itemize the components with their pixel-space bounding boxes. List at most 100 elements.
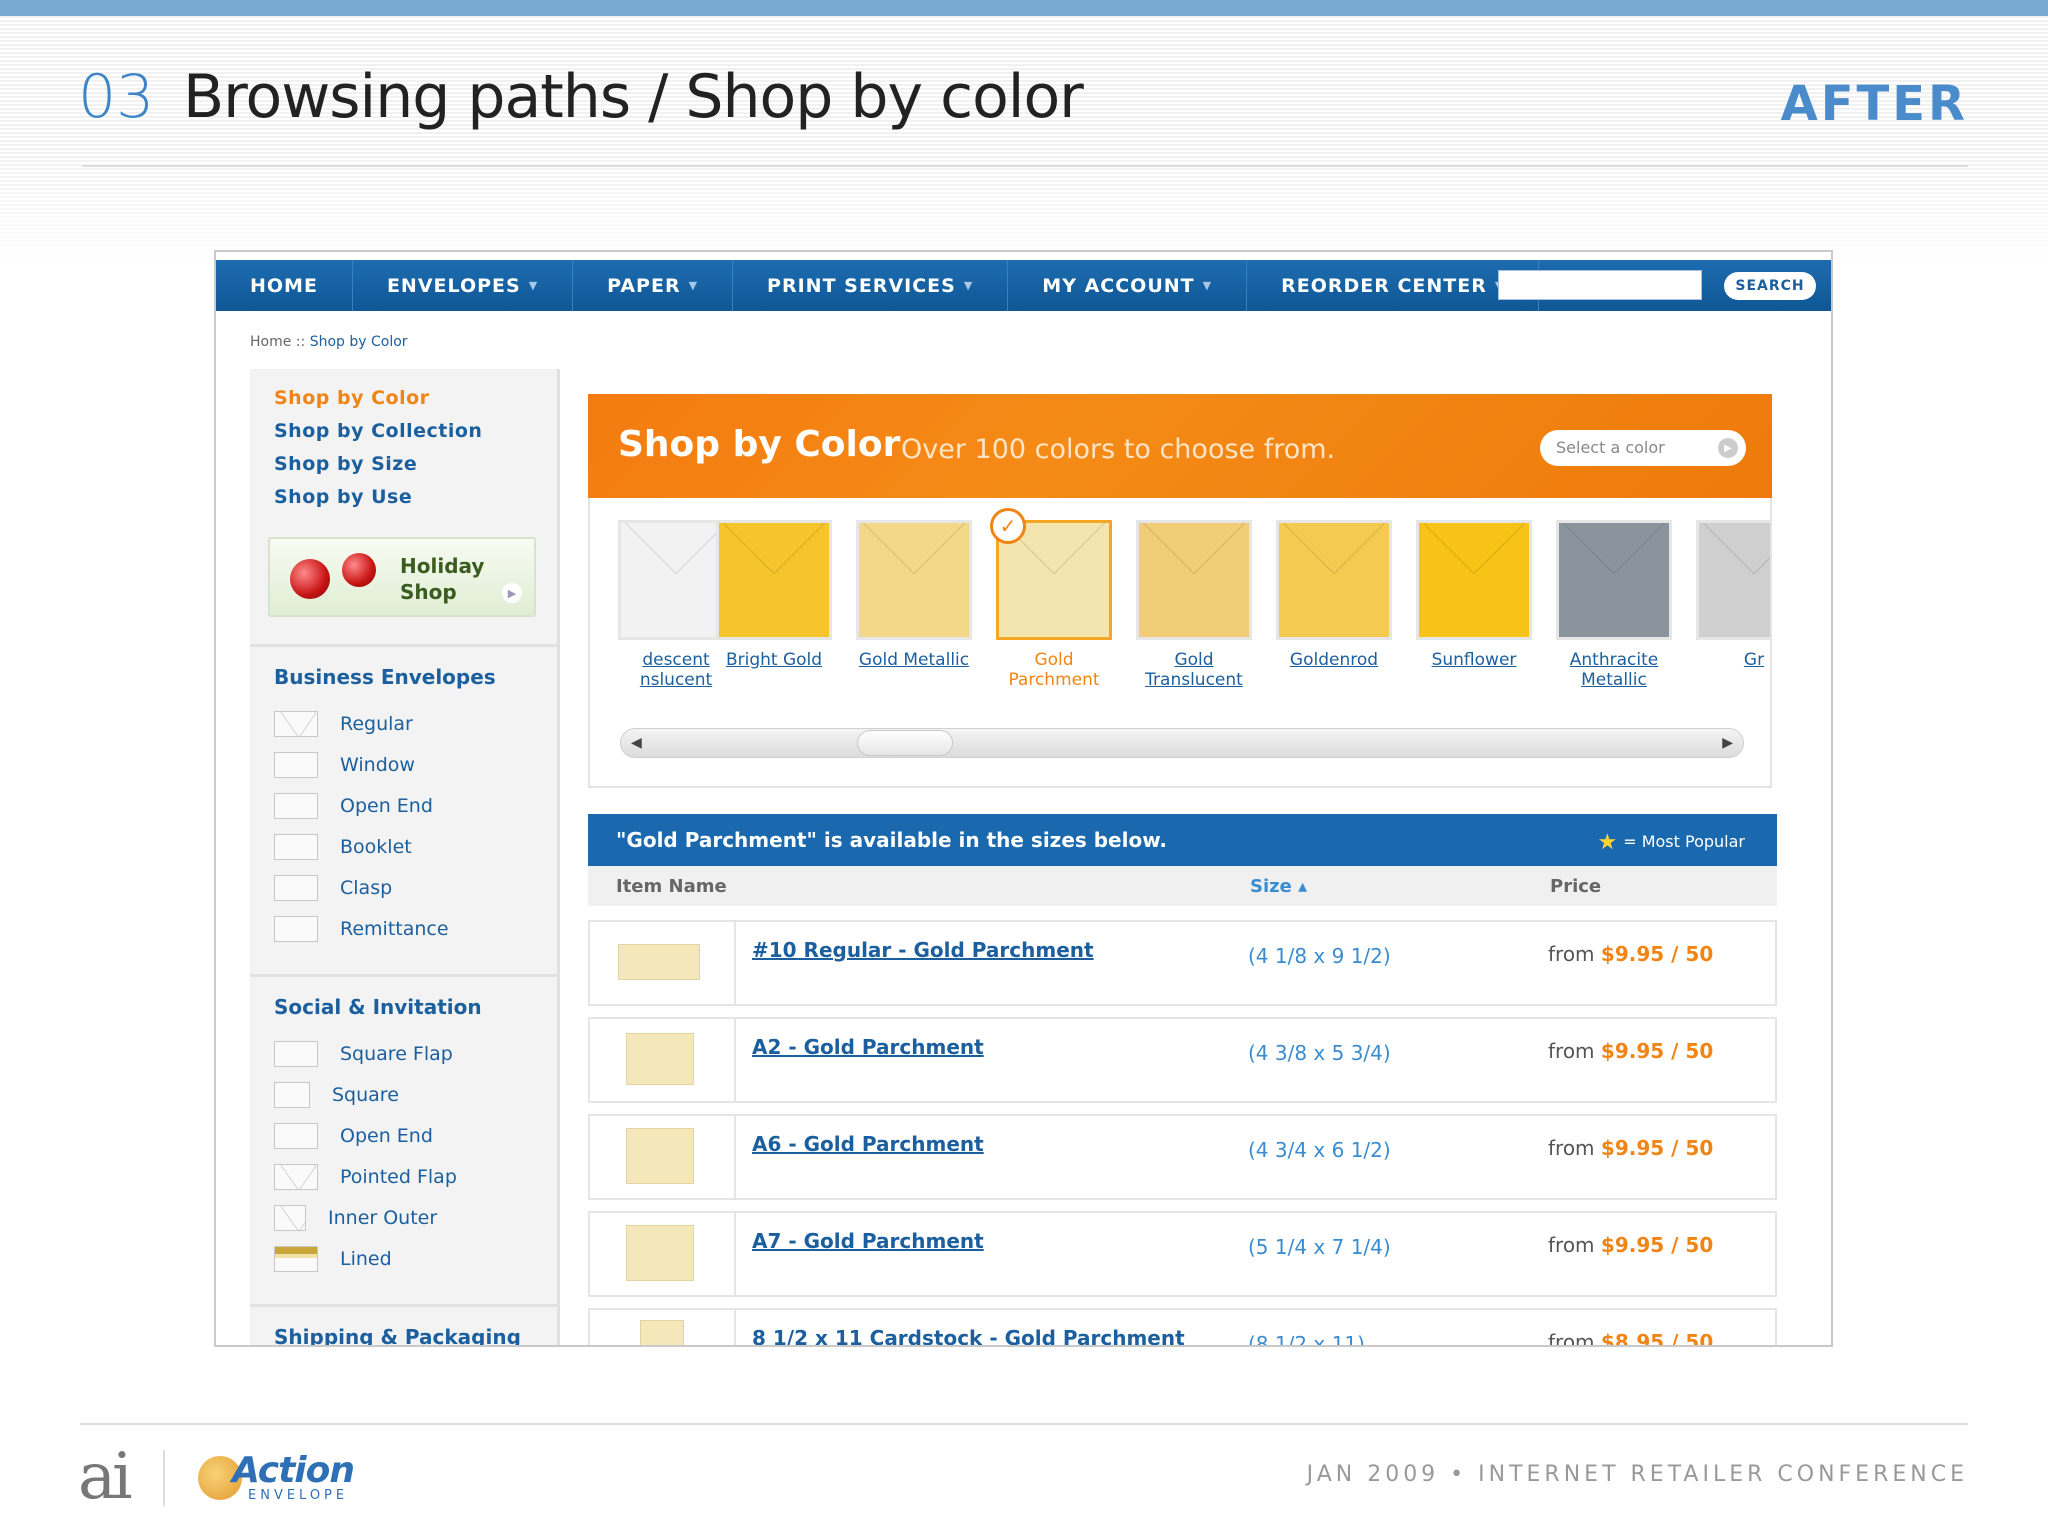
sidebar-item-lined[interactable]: Lined (274, 1244, 392, 1274)
product-link[interactable]: A2 - Gold Parchment (752, 1035, 984, 1059)
divider (250, 1304, 560, 1307)
swatch-image (856, 520, 972, 640)
sidebar-item-booklet[interactable]: Booklet (274, 832, 412, 862)
envelope-window-icon (274, 752, 318, 778)
nav-my-account[interactable]: MY ACCOUNT ▼ (1008, 260, 1248, 311)
breadcrumb: Home :: Shop by Color (250, 334, 408, 350)
sidebar-item-shop-by-size[interactable]: Shop by Size (274, 453, 557, 486)
product-link[interactable]: #10 Regular - Gold Parchment (752, 938, 1094, 962)
nav-envelopes[interactable]: ENVELOPES ▼ (353, 260, 574, 311)
sidebar-item-open-end[interactable]: Open End (274, 791, 433, 821)
banner-subtitle: Over 100 colors to choose from. (901, 434, 1336, 465)
sidebar-item-label: Open End (340, 1125, 433, 1147)
swatch-label-line: Gold (1034, 650, 1074, 670)
swatch-item[interactable]: Sunflower (1416, 520, 1532, 670)
swatch-label-line: Metallic (1581, 670, 1647, 690)
nav-paper[interactable]: PAPER ▼ (573, 260, 734, 311)
breadcrumb-current[interactable]: Shop by Color (310, 334, 408, 350)
holiday-shop-label: Holiday Shop (400, 553, 484, 605)
product-size: (4 3/4 x 6 1/2) (1248, 1138, 1391, 1162)
nav-home-label: HOME (250, 274, 318, 297)
product-link[interactable]: 8 1/2 x 11 Cardstock - Gold Parchment (752, 1326, 1185, 1345)
scrollbar-thumb[interactable] (857, 730, 953, 756)
nav-home[interactable]: HOME (216, 260, 353, 311)
sidebar-item-remittance[interactable]: Remittance (274, 914, 449, 944)
swatch-label-line: nslucent (639, 670, 713, 690)
envelope-regular-icon (274, 711, 318, 737)
table-row[interactable]: A6 - Gold Parchment (4 3/4 x 6 1/2) from… (588, 1114, 1777, 1200)
envelope-open-end-icon (274, 1123, 318, 1149)
sidebar-item-window[interactable]: Window (274, 750, 415, 780)
sidebar-item-regular[interactable]: Regular (274, 709, 413, 739)
color-select-value: Select a color (1556, 438, 1665, 457)
price-amount: $9.95 / 50 (1600, 942, 1714, 966)
price-prefix: from (1548, 1233, 1601, 1257)
arrow-right-icon: ▶ (1718, 438, 1738, 458)
table-row[interactable]: A7 - Gold Parchment (5 1/4 x 7 1/4) from… (588, 1211, 1777, 1297)
banner-title: Shop by Color (618, 424, 901, 465)
sidebar-item-square[interactable]: Square (274, 1080, 399, 1110)
swatch-label: Bright Gold (716, 650, 832, 670)
swatch-label-line: Gold Metallic (858, 650, 970, 670)
swatch-item[interactable]: Gr (1696, 520, 1770, 670)
slide-number: 03 (78, 62, 155, 132)
swatch-label-line: Parchment (1008, 670, 1100, 690)
breadcrumb-separator: :: (291, 334, 310, 350)
sidebar-item-shop-by-collection[interactable]: Shop by Collection (274, 420, 557, 453)
swatch-item[interactable]: Anthracite Metallic (1556, 520, 1672, 690)
swatch-label-line: Sunflower (1431, 650, 1517, 670)
sidebar-item-label: Clasp (340, 877, 393, 899)
nav-print-services[interactable]: PRINT SERVICES ▼ (733, 260, 1009, 311)
nav-reorder-center[interactable]: REORDER CENTER▼ (1247, 260, 1540, 311)
envelope-image (618, 944, 700, 980)
slide-tag: AFTER (1780, 76, 1968, 132)
sidebar-item-inner-outer[interactable]: Inner Outer (274, 1203, 437, 1233)
holiday-shop-banner[interactable]: Holiday Shop ▶ (268, 537, 536, 617)
table-row[interactable]: 8 1/2 x 11 Cardstock - Gold Parchment (8… (588, 1308, 1777, 1347)
envelope-clasp-icon (274, 875, 318, 901)
swatch-item[interactable]: Bright Gold (716, 520, 832, 670)
breadcrumb-home[interactable]: Home (250, 334, 291, 350)
main-nav: HOME ENVELOPES ▼ PAPER ▼ PRINT SERVICES ▼ M… (216, 260, 1831, 311)
sidebar-item-shop-by-color[interactable]: Shop by Color (274, 387, 557, 420)
title-divider (82, 165, 1968, 167)
swatch-item[interactable]: Gold Metallic (856, 520, 972, 670)
swatch-item[interactable]: Goldenrod (1276, 520, 1392, 670)
product-link[interactable]: A7 - Gold Parchment (752, 1229, 984, 1253)
price-amount: $8.95 / 50 (1600, 1330, 1714, 1347)
slide-title: Browsing paths / Shop by color (183, 62, 1084, 132)
sidebar-item-shop-by-use[interactable]: Shop by Use (274, 486, 557, 519)
sidebar-item-clasp[interactable]: Clasp (274, 873, 392, 903)
table-row[interactable]: #10 Regular - Gold Parchment (4 1/8 x 9 … (588, 920, 1777, 1006)
swatch-label: Anthracite Metallic (1556, 650, 1672, 690)
search-button[interactable]: SEARCH (1724, 272, 1816, 300)
sidebar-item-pointed-flap[interactable]: Pointed Flap (274, 1162, 457, 1192)
envelope-lined-icon (274, 1246, 318, 1272)
sidebar-item-label: Square Flap (340, 1043, 453, 1065)
table-row[interactable]: A2 - Gold Parchment (4 3/8 x 5 3/4) from… (588, 1017, 1777, 1103)
product-price: from $9.95 / 50 (1548, 1233, 1713, 1257)
sidebar-item-square-flap[interactable]: Square Flap (274, 1039, 453, 1069)
swatch-image (716, 520, 832, 640)
swatch-label-line: Bright Gold (725, 650, 823, 670)
nav-my-account-label: MY ACCOUNT (1042, 274, 1195, 297)
product-thumb (590, 1116, 736, 1198)
nav-paper-label: PAPER (607, 274, 681, 297)
arrow-left-icon[interactable]: ◀ (631, 735, 642, 751)
carousel-scrollbar[interactable]: ◀ ▶ (620, 728, 1744, 758)
search-input[interactable] (1498, 270, 1702, 300)
color-select[interactable]: Select a color ▶ (1540, 430, 1746, 466)
top-stripe (0, 0, 2048, 16)
arrow-right-icon[interactable]: ▶ (1722, 735, 1733, 751)
swatch-label-line: Gr (1743, 650, 1765, 670)
swatch-item-selected[interactable]: ✓ Gold Parchment (990, 508, 1112, 690)
price-prefix: from (1548, 1039, 1601, 1063)
shop-by-color-banner: Shop by Color Over 100 colors to choose … (588, 394, 1772, 498)
product-link[interactable]: A6 - Gold Parchment (752, 1132, 984, 1156)
col-size[interactable]: Size ▴ (1250, 876, 1307, 897)
swatch-item[interactable]: Gold Translucent (1136, 520, 1252, 690)
swatch-carousel: descent nslucent Bright Gold Gold Metalli… (588, 498, 1772, 788)
sidebar-item-open-end-social[interactable]: Open End (274, 1121, 433, 1151)
swatch-label: Goldenrod (1276, 650, 1392, 670)
action-envelope-logo: Action ENVELOPE (198, 1448, 358, 1508)
